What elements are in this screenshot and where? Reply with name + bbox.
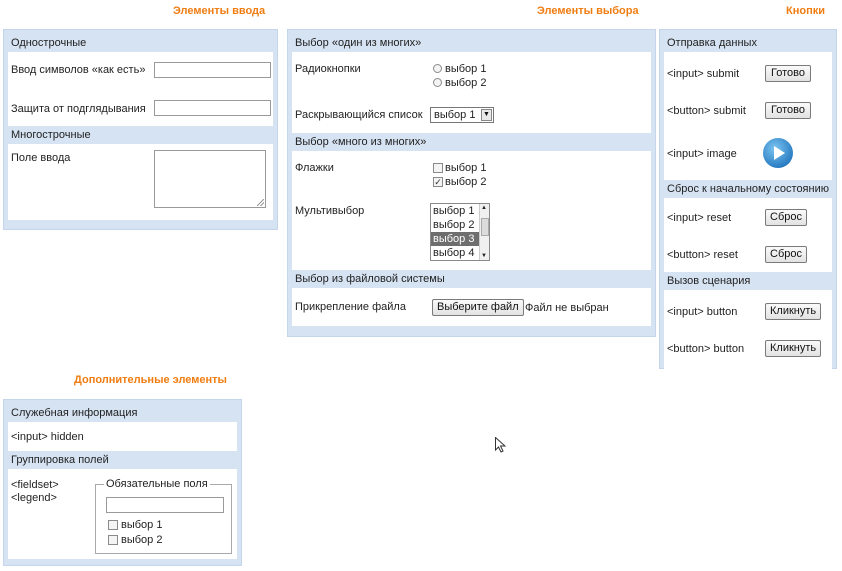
select-elements-panel: Выбор «один из многих» Радиокнопки выбор… — [287, 29, 656, 337]
button-button-button[interactable]: Кликнуть — [765, 340, 822, 357]
required-field-input[interactable] — [106, 497, 224, 513]
required-fieldset: Обязательные поля выбор 1 выбор 2 — [95, 478, 232, 554]
section-multi-line-head: Многострочные — [11, 129, 91, 141]
button-submit-button[interactable]: Готово — [765, 102, 811, 119]
section-submit-head: Отправка данных — [667, 37, 757, 49]
extra-elements-panel: Служебная информация <input> hidden Груп… — [3, 399, 242, 566]
checkbox-option-2-label: выбор 2 — [445, 176, 487, 188]
radio-option-2[interactable] — [433, 78, 442, 87]
radio-option-1[interactable] — [433, 64, 442, 73]
mouse-cursor-icon — [495, 437, 506, 453]
section-service-body: <input> hidden — [8, 422, 237, 451]
checkbox-option-2[interactable]: ✓ — [433, 177, 443, 187]
input-image-label: <input> image — [667, 148, 737, 160]
group-checkbox-1[interactable] — [108, 520, 118, 530]
section-single-line-head: Однострочные — [11, 37, 87, 49]
input-button-button[interactable]: Кликнуть — [765, 303, 822, 320]
input-elements-panel: Однострочные Ввод символов «как есть» За… — [3, 29, 278, 230]
as-is-input[interactable] — [154, 62, 271, 78]
scroll-thumb[interactable] — [481, 218, 489, 236]
heading-select-elements: Элементы выбора — [537, 5, 639, 17]
section-single-line-body: Ввод символов «как есть» Защита от подгл… — [8, 52, 273, 126]
dropdown-select[interactable]: выбор 1 ▼ — [430, 107, 494, 123]
section-multi-line-body: Поле ввода — [8, 144, 273, 220]
button-reset-label: <button> reset — [667, 249, 738, 261]
buttons-panel: Отправка данных <input> submit Готово <b… — [659, 29, 837, 370]
input-submit-label: <input> submit — [667, 68, 740, 80]
fieldset-legend: Обязательные поля — [104, 478, 210, 490]
radio-label: Радиокнопки — [295, 63, 361, 75]
group-checkbox-1-label: выбор 1 — [121, 519, 163, 531]
button-submit-label: <button> submit — [667, 105, 746, 117]
multiselect-label: Мультивыбор — [295, 205, 365, 217]
heading-input-elements: Элементы ввода — [173, 5, 266, 17]
heading-extra-elements: Дополнительные элементы — [74, 374, 227, 386]
file-status: Файл не выбран — [525, 302, 609, 314]
as-is-label: Ввод символов «как есть» — [11, 64, 146, 76]
checkbox-label: Флажки — [295, 162, 334, 174]
section-file-head: Выбор из файловой системы — [295, 273, 445, 285]
section-grouping-head: Группировка полей — [11, 454, 109, 466]
group-checkbox-2-label: выбор 2 — [121, 534, 163, 546]
choose-file-button[interactable]: Выберите файл — [432, 299, 524, 316]
input-submit-button[interactable]: Готово — [765, 65, 811, 82]
checkbox-option-1[interactable] — [433, 163, 443, 173]
listbox-scrollbar[interactable]: ▲ ▼ — [479, 204, 489, 260]
section-reset-head: Сброс к начальному состоянию — [667, 183, 829, 195]
textarea-field[interactable] — [154, 150, 266, 208]
dropdown-value: выбор 1 — [434, 109, 476, 121]
legend-label: <legend> — [11, 492, 57, 504]
resize-grip-icon[interactable] — [257, 199, 264, 206]
section-one-of-many-head: Выбор «один из многих» — [295, 37, 422, 49]
check-icon: ✓ — [434, 177, 442, 187]
input-reset-label: <input> reset — [667, 212, 732, 224]
heading-buttons: Кнопки — [786, 5, 825, 17]
button-button-label: <button> button — [667, 343, 745, 355]
fieldset-label: <fieldset> — [11, 479, 59, 491]
section-script-body: <input> button Кликнуть <button> button … — [664, 290, 832, 370]
chevron-down-icon[interactable]: ▼ — [481, 109, 492, 121]
section-submit-body: <input> submit Готово <button> submit Го… — [664, 52, 832, 180]
radio-option-1-label: выбор 1 — [445, 63, 487, 75]
radio-option-2-label: выбор 2 — [445, 77, 487, 89]
scroll-up-icon[interactable]: ▲ — [481, 205, 487, 211]
section-one-of-many-body: Радиокнопки выбор 1 выбор 2 Раскрывающий… — [292, 52, 651, 133]
section-many-of-many-head: Выбор «много из многих» — [295, 136, 427, 148]
file-label: Прикрепление файла — [295, 301, 406, 313]
section-script-head: Вызов сценария — [667, 275, 751, 287]
textarea-label: Поле ввода — [11, 152, 71, 164]
group-checkbox-2[interactable] — [108, 535, 118, 545]
button-reset-button[interactable]: Сброс — [765, 246, 807, 263]
section-file-body: Прикрепление файла Выберите файл Файл не… — [292, 288, 651, 326]
password-input[interactable] — [154, 100, 271, 116]
section-grouping-body: <fieldset> <legend> Обязательные поля вы… — [8, 469, 237, 559]
dropdown-label: Раскрывающийся список — [295, 109, 423, 121]
play-icon[interactable] — [763, 138, 793, 168]
multiselect-listbox[interactable]: выбор 1 выбор 2 выбор 3 выбор 4 ▲ ▼ — [430, 203, 490, 261]
section-many-of-many-body: Флажки выбор 1 ✓ выбор 2 Мультивыбор выб… — [292, 151, 651, 270]
scroll-down-icon[interactable]: ▼ — [481, 253, 487, 259]
checkbox-option-1-label: выбор 1 — [445, 162, 487, 174]
section-reset-body: <input> reset Сброс <button> reset Сброс — [664, 198, 832, 272]
section-service-head: Служебная информация — [11, 407, 138, 419]
input-button-label: <input> button — [667, 306, 738, 318]
password-label: Защита от подглядывания — [11, 103, 146, 115]
input-reset-button[interactable]: Сброс — [765, 209, 807, 226]
hidden-label: <input> hidden — [11, 431, 84, 443]
